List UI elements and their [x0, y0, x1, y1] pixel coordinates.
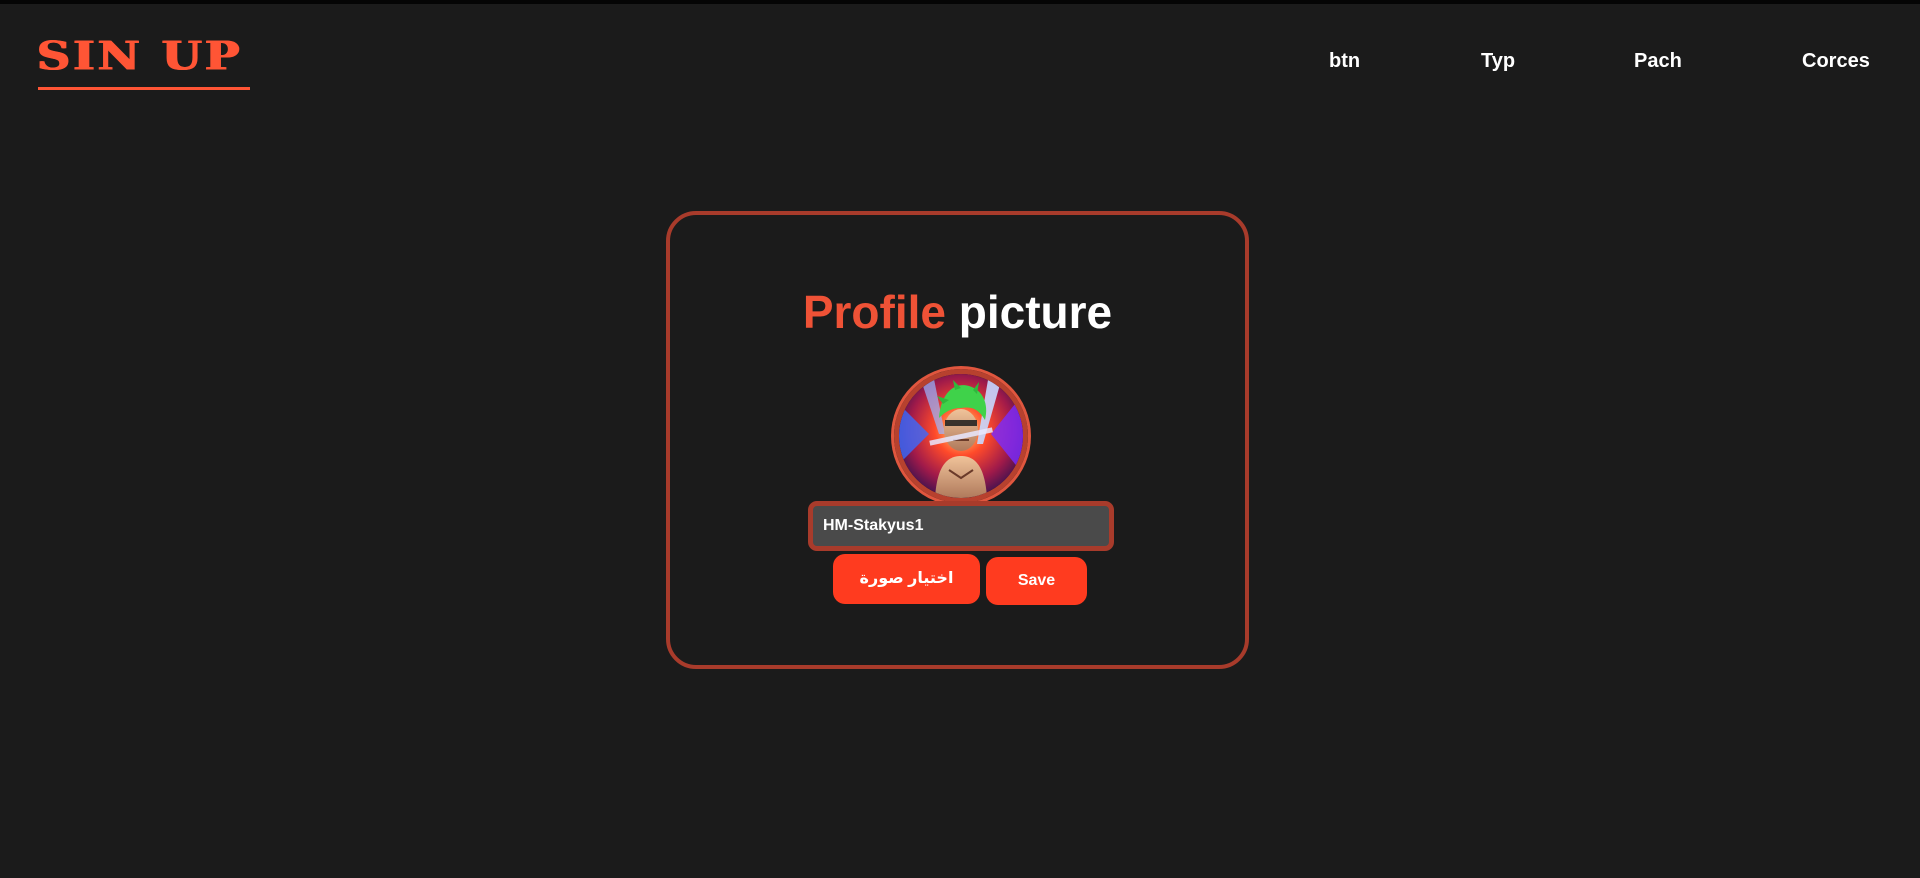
site-logo[interactable]: SIN UP [37, 36, 243, 76]
username-field[interactable] [808, 501, 1114, 551]
nav-link-pach[interactable]: Pach [1634, 50, 1682, 72]
save-button[interactable]: Save [986, 557, 1087, 605]
profile-card: Profile picture HM-Stakyus1 اختيار صورة … [666, 211, 1249, 669]
title-rest: picture [958, 286, 1113, 338]
nav-link-typ[interactable]: Typ [1481, 50, 1515, 72]
nav-link-corces[interactable]: Corces [1802, 50, 1870, 72]
top-border [0, 0, 1920, 4]
card-title: Profile picture [670, 285, 1245, 339]
nav-link-btn[interactable]: btn [1329, 50, 1360, 72]
logo-underline [38, 87, 250, 90]
avatar-image [899, 374, 1023, 498]
profile-avatar[interactable] [894, 369, 1028, 503]
title-accent: Profile [802, 286, 946, 338]
choose-image-button[interactable]: اختيار صورة [833, 554, 980, 604]
